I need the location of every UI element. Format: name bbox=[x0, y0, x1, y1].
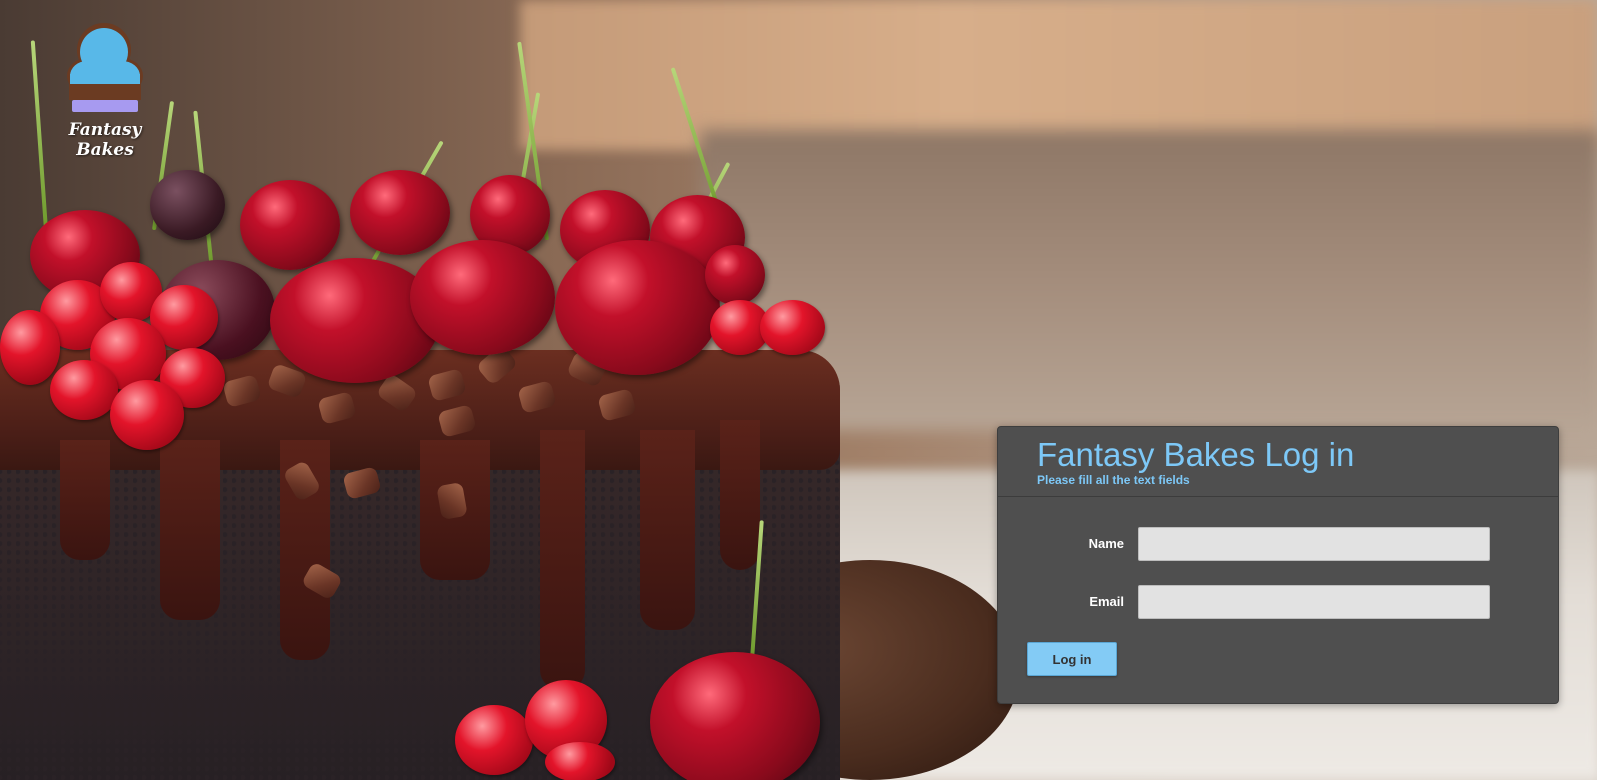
name-input[interactable] bbox=[1138, 527, 1490, 561]
email-input[interactable] bbox=[1138, 585, 1490, 619]
login-header: Fantasy Bakes Log in Please fill all the… bbox=[998, 427, 1558, 497]
brand-logo[interactable]: Fantasy Bakes bbox=[50, 20, 160, 160]
email-label: Email bbox=[1089, 594, 1124, 609]
cupcake-icon bbox=[67, 23, 143, 112]
login-title: Fantasy Bakes Log in bbox=[1037, 436, 1355, 473]
login-subtitle: Please fill all the text fields bbox=[1037, 473, 1190, 487]
brand-name: Fantasy Bakes bbox=[68, 120, 142, 160]
login-page: Fantasy Bakes Fantasy Bakes Log in Pleas… bbox=[0, 0, 1597, 780]
name-label: Name bbox=[1088, 536, 1124, 551]
login-form: Fantasy Bakes Log in Please fill all the… bbox=[997, 426, 1559, 704]
login-button[interactable]: Log in bbox=[1027, 642, 1117, 676]
